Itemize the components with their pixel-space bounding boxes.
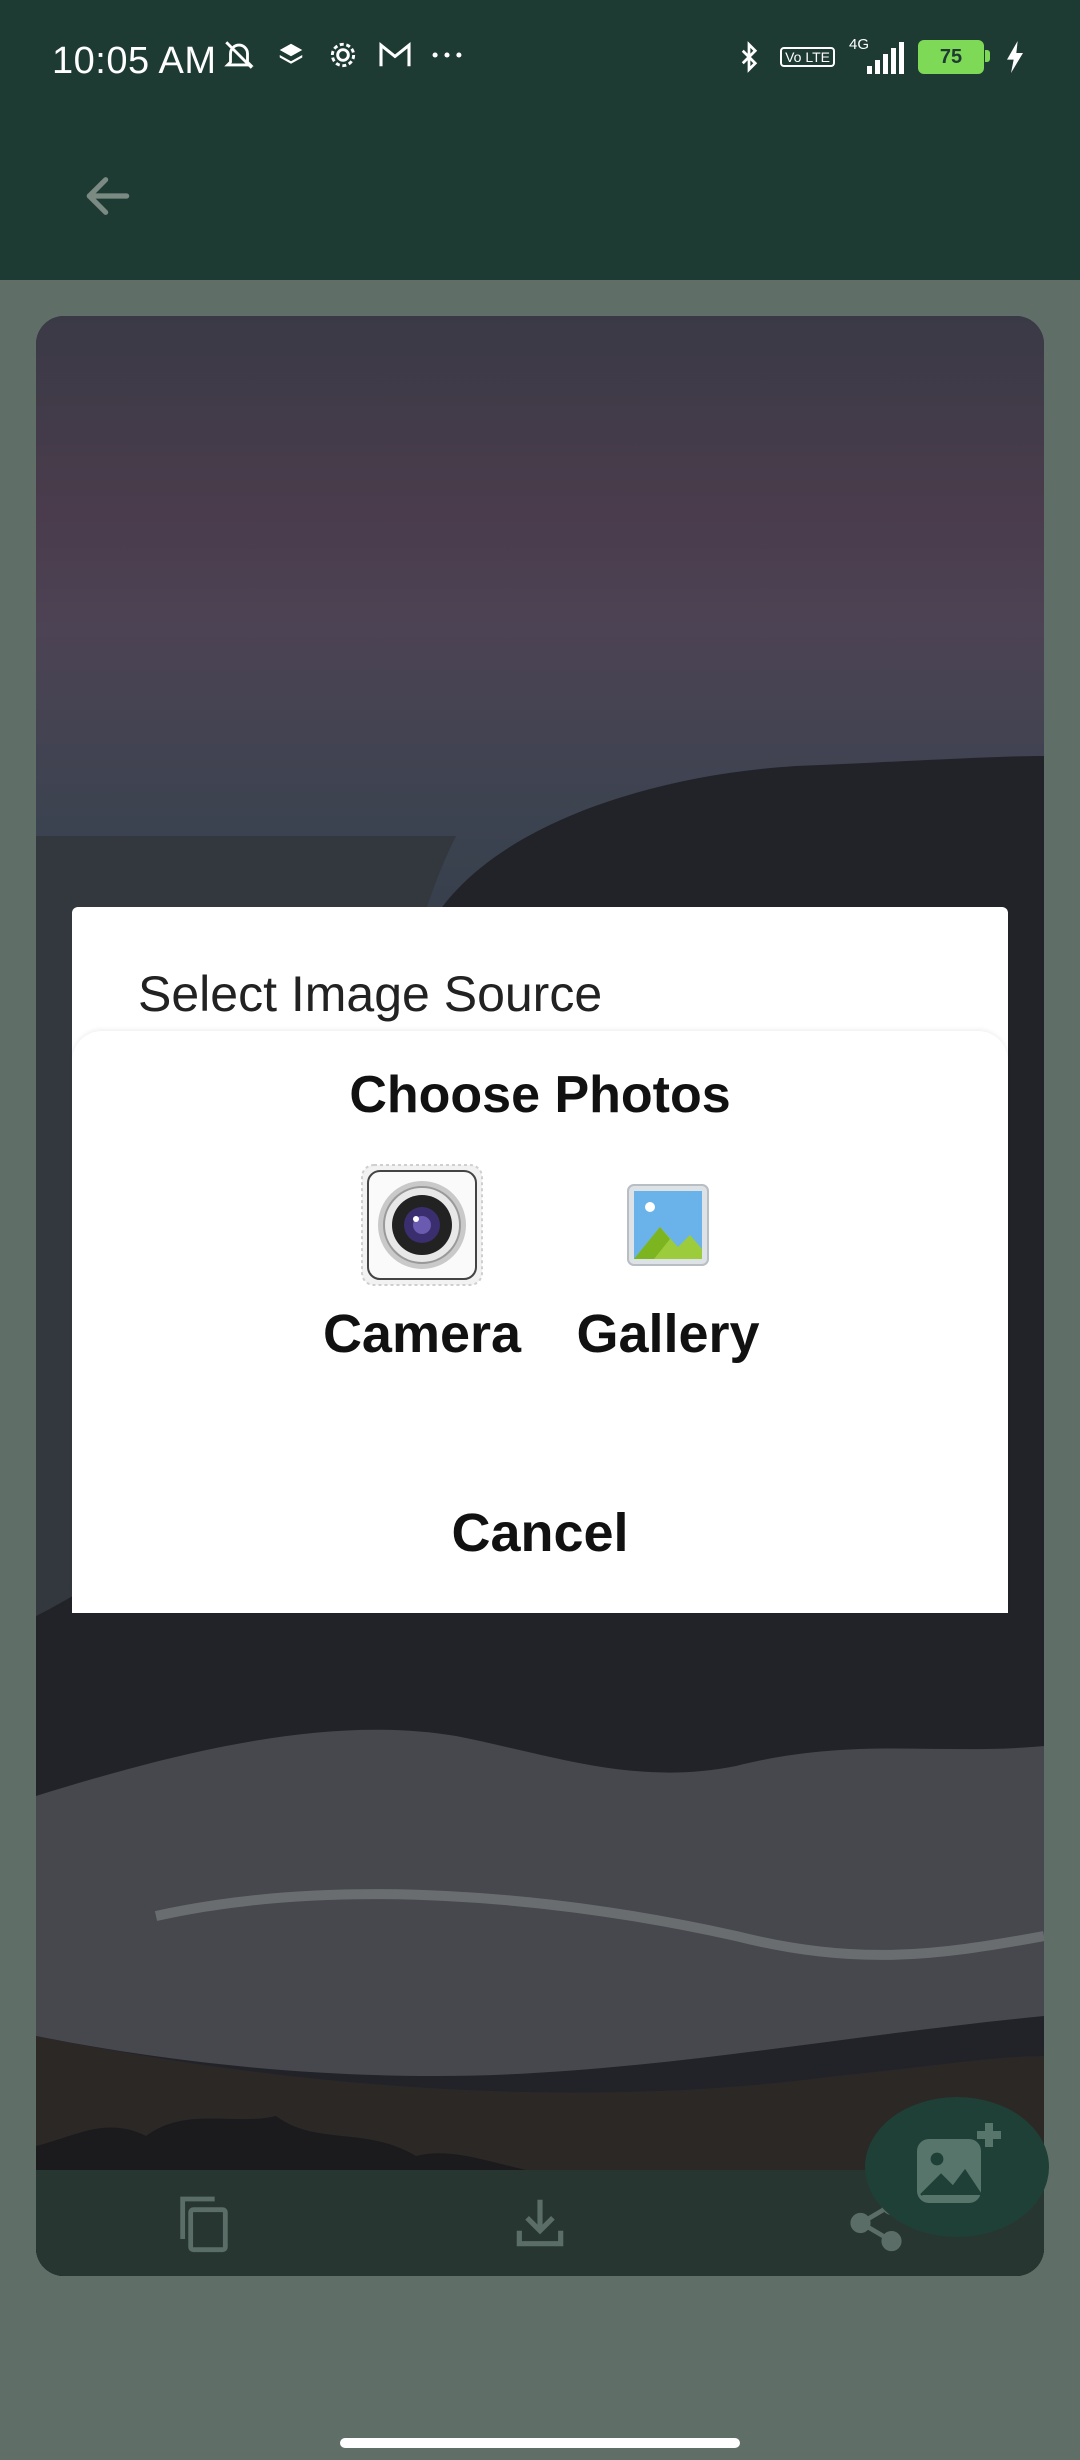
navigation-bar bbox=[0, 2410, 1080, 2460]
gear-icon bbox=[326, 38, 360, 72]
status-time: 10:05 AM bbox=[52, 40, 217, 82]
camera-label: Camera bbox=[322, 1304, 522, 1364]
network-type: 4G bbox=[849, 36, 870, 53]
camera-option[interactable]: Camera bbox=[312, 1161, 532, 1365]
gallery-icon bbox=[627, 1184, 709, 1266]
bluetooth-icon bbox=[732, 40, 766, 74]
signal-icon: 4G bbox=[849, 36, 904, 74]
back-button[interactable] bbox=[72, 160, 144, 232]
home-indicator[interactable] bbox=[340, 2438, 740, 2448]
battery-icon: 75 bbox=[918, 40, 990, 74]
choose-photos-heading: Choose Photos bbox=[349, 1066, 731, 1124]
cancel-button[interactable]: Cancel bbox=[72, 1501, 1008, 1565]
app-bar bbox=[0, 130, 1080, 280]
copy-icon bbox=[180, 2196, 228, 2253]
more-dots-icon bbox=[430, 38, 464, 72]
camera-icon bbox=[361, 1164, 483, 1286]
add-photo-icon bbox=[917, 2123, 1001, 2203]
arrow-left-icon bbox=[86, 177, 130, 215]
image-source-dialog: Select Image Source Choose Photos Camera bbox=[72, 907, 1008, 1613]
volte-icon: Vo LTE bbox=[780, 47, 835, 67]
add-photo-fab[interactable] bbox=[865, 2097, 1049, 2237]
bell-off-icon bbox=[222, 38, 256, 72]
download-button[interactable] bbox=[500, 2183, 580, 2263]
gallery-label: Gallery bbox=[576, 1304, 760, 1364]
gallery-option[interactable]: Gallery bbox=[558, 1161, 778, 1365]
charging-icon bbox=[998, 40, 1032, 74]
dialog-content: Choose Photos Camera Gallery Cancel bbox=[72, 1031, 1008, 1613]
download-icon bbox=[516, 2199, 564, 2247]
battery-level: 75 bbox=[939, 45, 963, 68]
status-icons-right: Vo LTE 4G 75 bbox=[732, 36, 1032, 74]
dialog-title: Select Image Source bbox=[138, 966, 603, 1022]
gmail-icon bbox=[378, 38, 412, 72]
status-icons-left bbox=[222, 38, 464, 72]
status-bar: 10:05 AM Vo LTE 4G 75 bbox=[0, 0, 1080, 130]
layers-icon bbox=[274, 38, 308, 72]
copy-button[interactable] bbox=[164, 2183, 244, 2263]
